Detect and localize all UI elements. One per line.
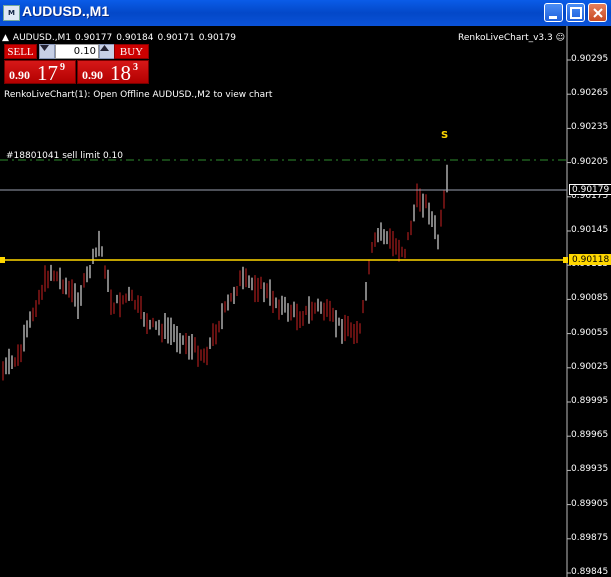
app-icon: M (3, 5, 20, 21)
close-icon (593, 8, 603, 18)
sell-price-big: 17 (37, 61, 58, 85)
window-titlebar: M AUDUSD.,M1 (0, 0, 611, 26)
price-axis-label: 0.89845 (571, 567, 609, 577)
sell-price-display[interactable]: 0.90 17 9 (4, 60, 76, 85)
close-value: 0.90179 (198, 33, 236, 43)
sell-price-small: 0.90 (9, 68, 30, 82)
yellow-line-handle-right[interactable] (563, 257, 568, 263)
buy-price-display[interactable]: 0.90 18 3 (77, 60, 149, 85)
symbol-name: AUDUSD.,M1 (12, 33, 72, 43)
buy-price-small: 0.90 (82, 68, 103, 82)
indicator-name: RenkoLiveChart_v3.3 (458, 33, 553, 43)
indicator-message: RenkoLiveChart(1): Open Offline AUDUSD.,… (4, 90, 273, 100)
price-axis-label: 0.89965 (571, 430, 609, 441)
maximize-button[interactable] (566, 3, 585, 22)
window-title: AUDUSD.,M1 (22, 3, 110, 19)
price-axis-label: 0.90085 (571, 293, 609, 304)
price-axis-label: 0.89875 (571, 532, 609, 543)
sell-button[interactable]: SELL (4, 44, 37, 59)
price-chart[interactable]: ▲ AUDUSD.,M1 0.90177 0.90184 0.90171 0.90179 … (0, 26, 611, 577)
price-axis-label: 0.90145 (571, 225, 609, 235)
low-value: 0.90171 (157, 33, 195, 43)
app-icon-label: M (8, 9, 15, 17)
indicator-label: RenkoLiveChart_v3.3 ☺ (458, 33, 565, 43)
price-axis-label: 0.89935 (571, 464, 609, 475)
lot-increase-button[interactable] (99, 44, 115, 59)
buy-button[interactable]: BUY (114, 44, 149, 59)
lot-size-input[interactable]: 0.10 (55, 44, 99, 59)
signal-marker: S (441, 130, 449, 141)
yellow-line-handle-left[interactable] (0, 257, 5, 263)
price-axis-label: 0.89905 (571, 498, 609, 509)
sell-price-pip: 9 (60, 62, 65, 73)
chart-canvas (0, 26, 571, 577)
triangle-icon: ▲ (2, 33, 9, 43)
price-axis-label: 0.90295 (571, 54, 609, 64)
price-axis-label: 0.90265 (571, 88, 609, 99)
axis-ticks (567, 59, 571, 574)
minimize-icon (549, 16, 557, 19)
minimize-button[interactable] (544, 3, 563, 22)
maximize-icon (570, 7, 582, 19)
high-value: 0.90184 (116, 33, 154, 43)
price-axis-label: 0.90205 (571, 156, 609, 167)
price-axis-label: 0.89995 (571, 396, 609, 406)
price-axis-label: 0.90235 (571, 122, 609, 133)
smiley-icon: ☺ (555, 33, 566, 43)
candles (2, 164, 448, 381)
symbol-info-line: ▲ AUDUSD.,M1 0.90177 0.90184 0.90171 0.90179 (2, 33, 240, 43)
chevron-up-icon (100, 45, 109, 51)
yellow-line-tag: 0.90118 (569, 254, 611, 265)
one-click-trading-panel: SELL 0.10 BUY 0.90 17 9 0.90 18 3 (4, 43, 149, 85)
order-label: #18801041 sell limit 0.10 (6, 151, 123, 161)
buy-price-pip: 3 (133, 62, 138, 73)
price-axis-label: 0.90055 (571, 327, 609, 338)
chevron-down-icon (40, 45, 49, 51)
lot-decrease-button[interactable] (39, 44, 55, 59)
price-axis-label: 0.90025 (571, 361, 609, 372)
buy-price-big: 18 (110, 61, 131, 85)
close-button[interactable] (588, 3, 607, 22)
current-price-tag: 0.90179 (569, 184, 611, 195)
open-value: 0.90177 (75, 33, 113, 43)
